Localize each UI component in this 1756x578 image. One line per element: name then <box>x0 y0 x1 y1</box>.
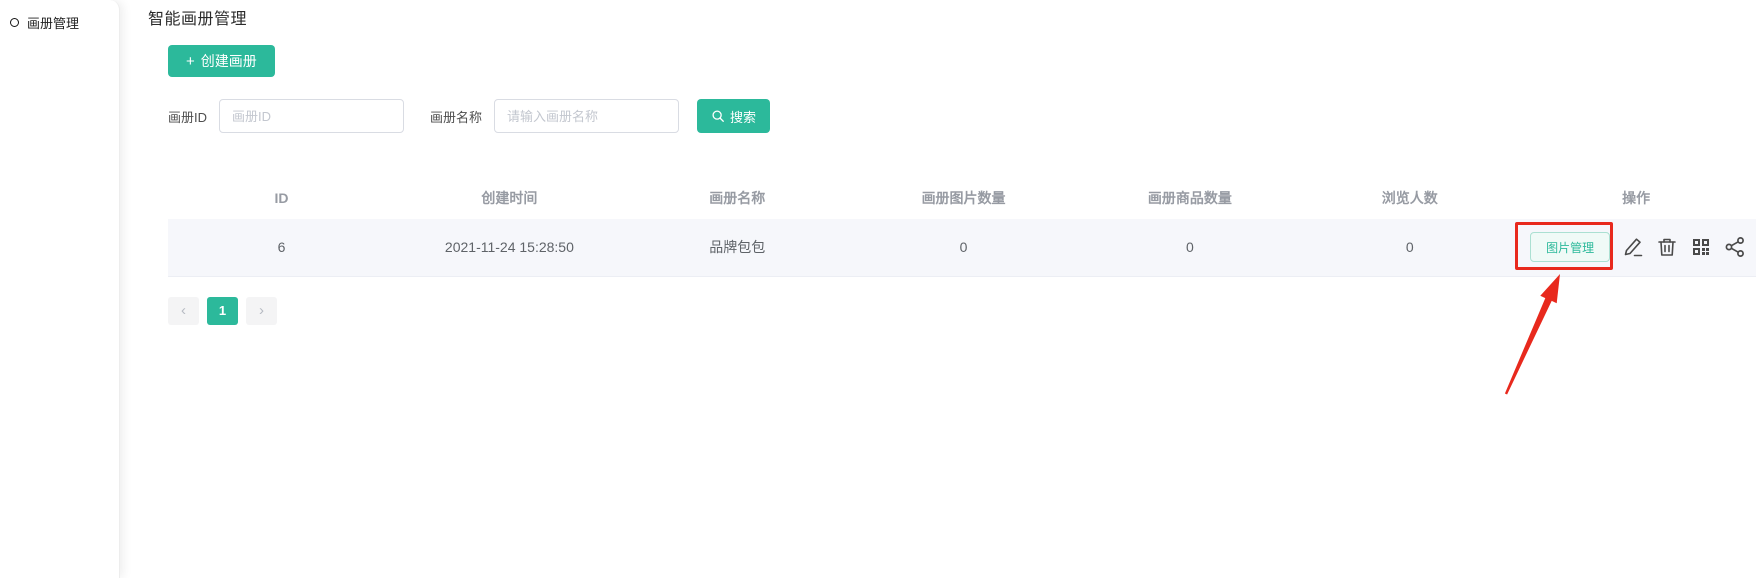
page-title: 智能画册管理 <box>148 5 1756 29</box>
main-content: 智能画册管理 + 创建画册 画册ID 画册名称 搜索 <box>148 0 1756 325</box>
col-header-view-count: 浏览人数 <box>1303 177 1516 219</box>
search-button[interactable]: 搜索 <box>697 99 770 133</box>
pagination-next-button[interactable]: › <box>246 297 277 325</box>
pagination-prev-button[interactable]: ‹ <box>168 297 199 325</box>
col-header-image-count: 画册图片数量 <box>851 177 1076 219</box>
col-header-created-at: 创建时间 <box>395 177 624 219</box>
cell-name: 品牌包包 <box>624 219 851 276</box>
cell-image-count: 0 <box>851 219 1076 276</box>
create-album-button[interactable]: + 创建画册 <box>168 45 275 77</box>
radio-circle-icon <box>10 18 19 27</box>
table-header-row: ID 创建时间 画册名称 画册图片数量 画册商品数量 浏览人数 操作 <box>168 177 1756 219</box>
search-bar: 画册ID 画册名称 搜索 <box>168 99 1756 133</box>
cell-actions: 图片管理 <box>1516 219 1756 276</box>
album-id-input[interactable] <box>219 99 404 133</box>
qrcode-icon[interactable] <box>1690 236 1712 258</box>
cell-created-at: 2021-11-24 15:28:50 <box>395 219 624 276</box>
sidebar-item-label: 画册管理 <box>27 13 79 32</box>
cell-product-count: 0 <box>1076 219 1303 276</box>
album-id-label: 画册ID <box>168 107 207 126</box>
share-icon[interactable] <box>1724 236 1746 258</box>
col-header-id: ID <box>168 177 395 219</box>
album-table: ID 创建时间 画册名称 画册图片数量 画册商品数量 浏览人数 操作 6 202… <box>168 177 1756 277</box>
table-row: 6 2021-11-24 15:28:50 品牌包包 0 0 0 图片管理 <box>168 219 1756 276</box>
edit-icon[interactable] <box>1622 236 1644 258</box>
cell-view-count: 0 <box>1303 219 1516 276</box>
pagination-page-1-button[interactable]: 1 <box>207 297 238 325</box>
annotation-red-arrow <box>1501 272 1611 402</box>
album-name-label: 画册名称 <box>430 107 482 126</box>
image-manage-label: 图片管理 <box>1546 239 1594 256</box>
sidebar: 画册管理 <box>0 0 120 578</box>
delete-icon[interactable] <box>1656 236 1678 258</box>
image-manage-button[interactable]: 图片管理 <box>1530 232 1610 262</box>
album-name-input[interactable] <box>494 99 679 133</box>
search-button-label: 搜索 <box>730 107 756 126</box>
cell-id: 6 <box>168 219 395 276</box>
pagination: ‹ 1 › <box>168 297 1756 325</box>
search-icon <box>711 109 725 123</box>
col-header-actions: 操作 <box>1516 177 1756 219</box>
sidebar-item-album-management[interactable]: 画册管理 <box>10 8 119 36</box>
col-header-name: 画册名称 <box>624 177 851 219</box>
create-album-label: 创建画册 <box>201 51 257 71</box>
col-header-product-count: 画册商品数量 <box>1076 177 1303 219</box>
plus-icon: + <box>186 53 195 70</box>
